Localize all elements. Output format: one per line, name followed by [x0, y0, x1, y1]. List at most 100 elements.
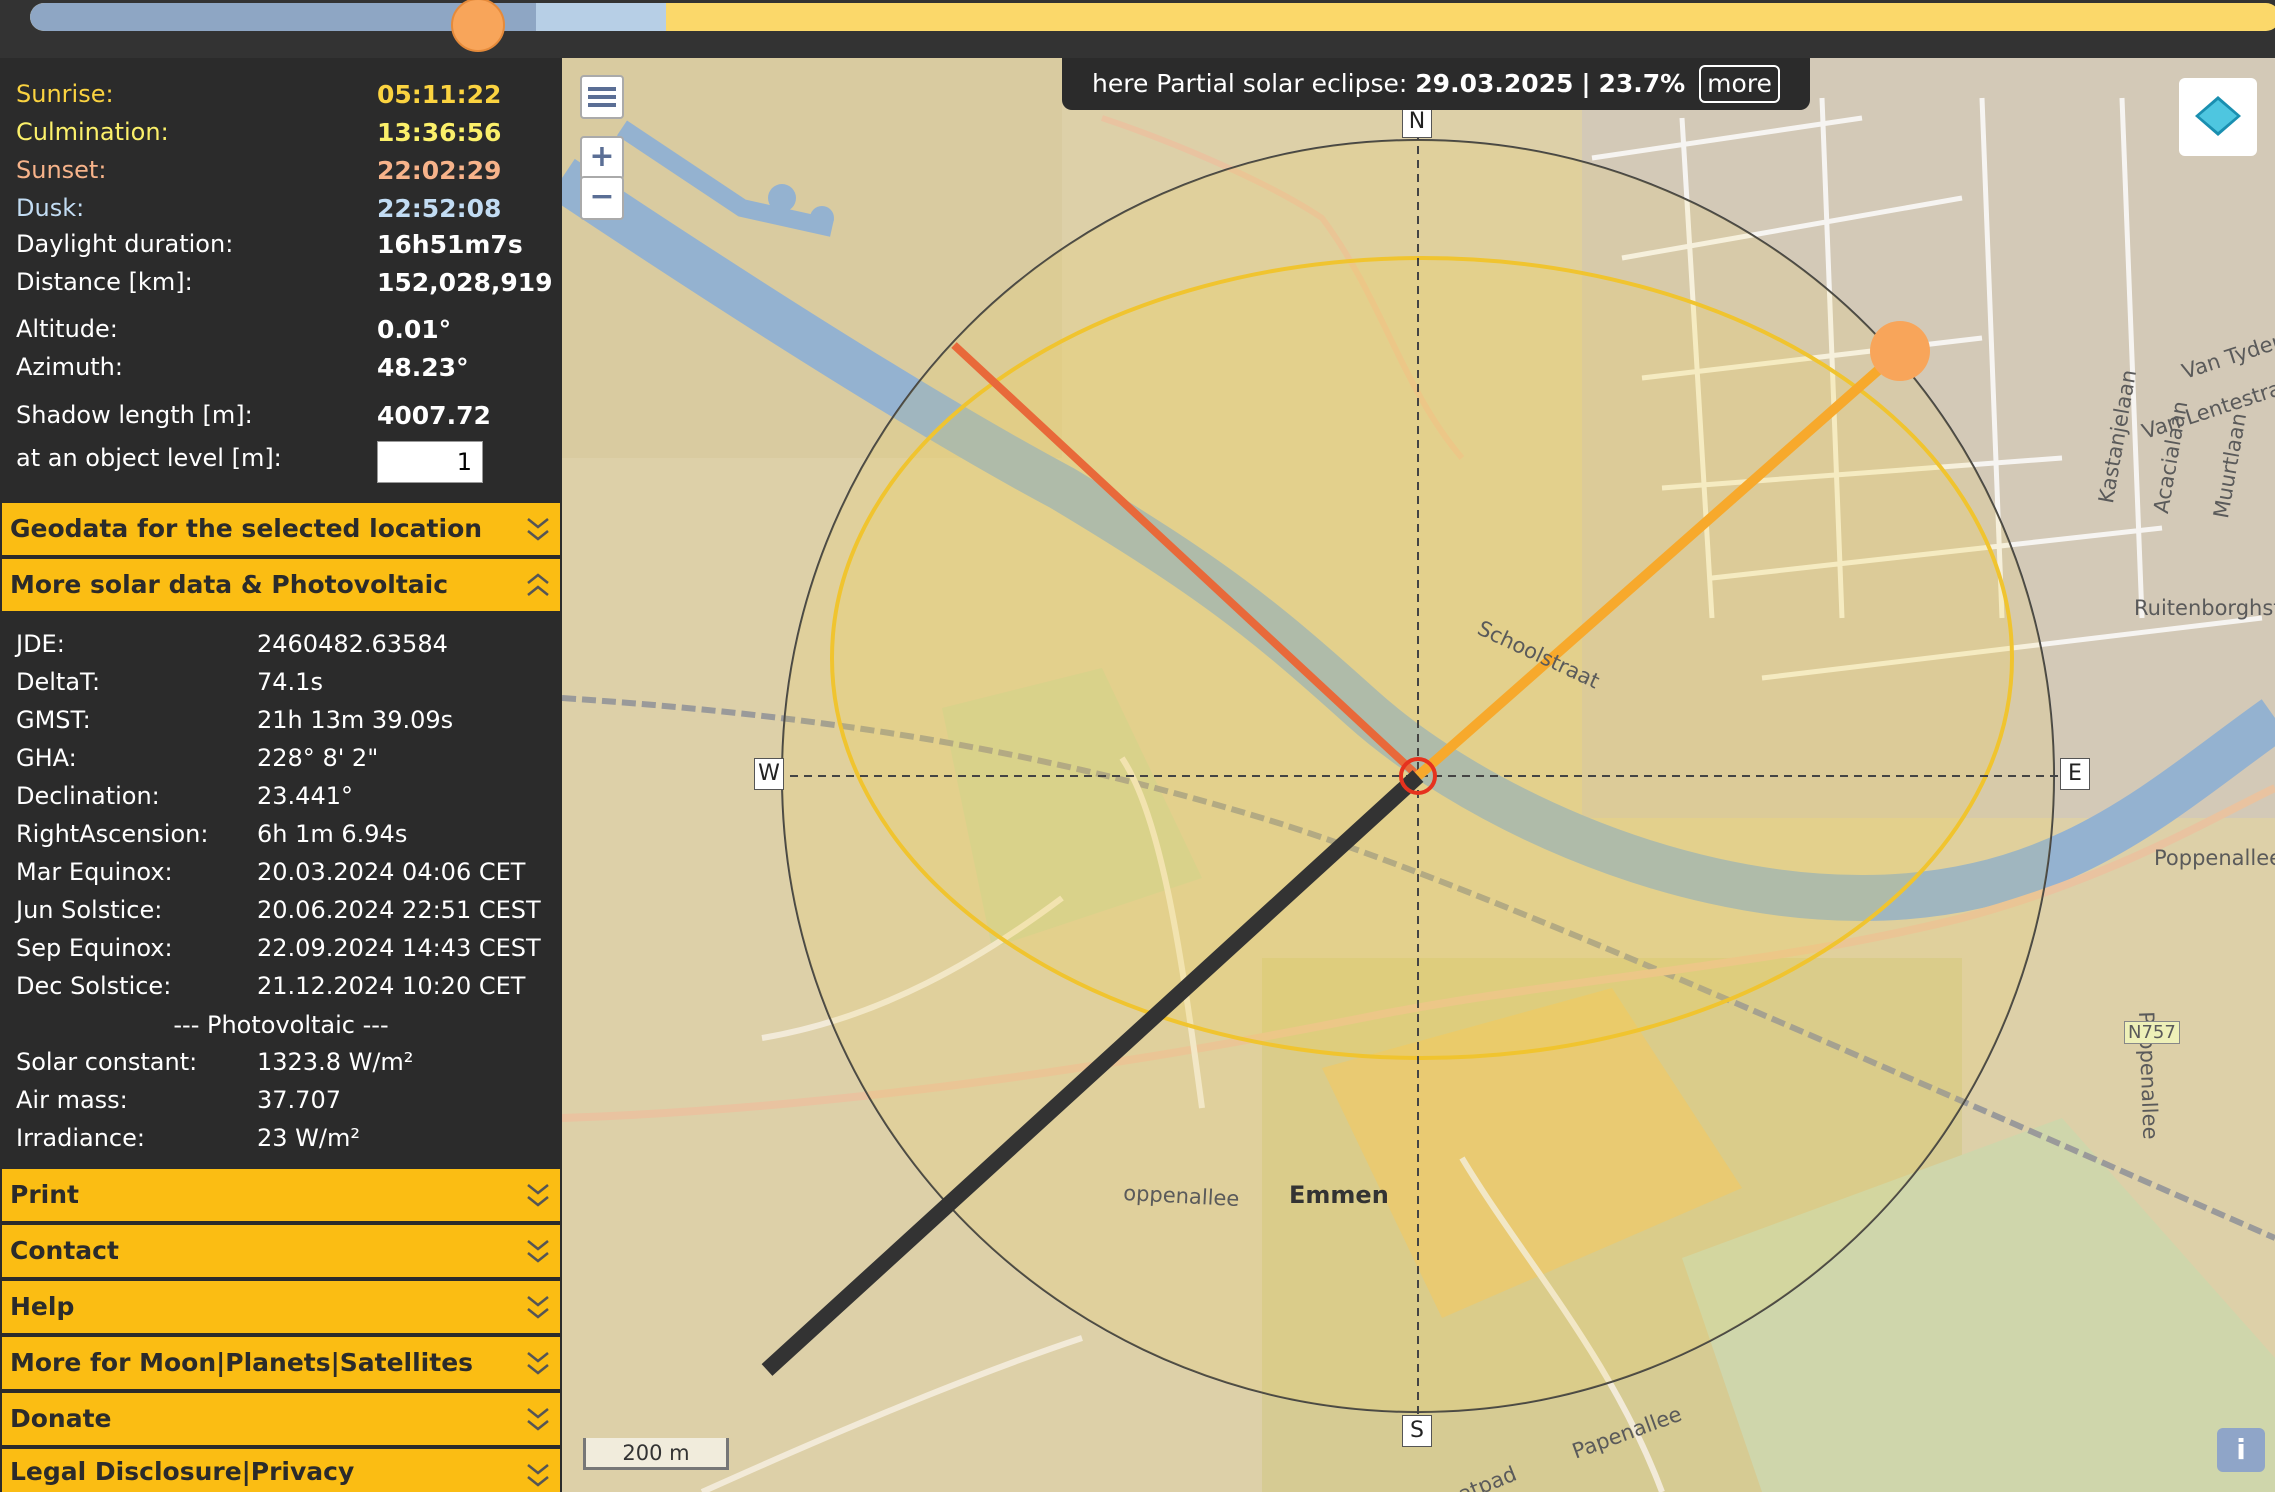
solar-data-value: 228° 8' 2" — [257, 744, 379, 772]
sun-time-label: Sunset: — [16, 156, 107, 184]
geodata-panel-header[interactable]: Geodata for the selected location — [2, 503, 560, 555]
solar-data-label: GHA: — [16, 744, 77, 772]
map-street-label: Poppenallee — [2154, 846, 2275, 870]
sidebar: Sunrise: 05:11:22 Culmination: 13:36:56 Suns… — [0, 58, 562, 1492]
solar-data-value: 2460482.63584 — [257, 630, 448, 658]
time-slider-track[interactable] — [30, 3, 2275, 31]
donate-panel-header[interactable]: Donate — [2, 1393, 560, 1445]
solar-data-value: 20.03.2024 04:06 CET — [257, 858, 526, 886]
photovoltaic-label: Irradiance: — [16, 1124, 145, 1152]
map-view[interactable]: N S E W Van IttersumstraatBrethouwerstra… — [562, 58, 2275, 1492]
object-level-label: at an object level [m]: — [16, 444, 282, 472]
photovoltaic-label: Air mass: — [16, 1086, 128, 1114]
sun-info-value: 0.01° — [377, 315, 452, 344]
expand-chevron-icon — [527, 1296, 549, 1319]
collapse-chevron-icon — [527, 573, 549, 596]
solar-data-value: 20.06.2024 22:51 CEST — [257, 896, 541, 924]
map-canvas[interactable] — [562, 58, 2275, 1492]
map-street-label: Emmen — [1289, 1181, 1389, 1209]
more-moon-panel-title: More for Moon|Planets|Satellites — [10, 1348, 474, 1377]
solar-data-value: 21h 13m 39.09s — [257, 706, 454, 734]
sun-time-label: Culmination: — [16, 118, 169, 146]
more-moon-panel-header[interactable]: More for Moon|Planets|Satellites — [2, 1337, 560, 1389]
sun-time-value: 13:36:56 — [377, 118, 502, 147]
eclipse-banner: here Partial solar eclipse: 29.03.2025 |… — [1062, 58, 1810, 110]
hamburger-menu-icon — [588, 87, 616, 107]
help-panel-title: Help — [10, 1292, 75, 1321]
expand-chevron-icon — [527, 1240, 549, 1263]
photovoltaic-header: --- Photovoltaic --- — [173, 1011, 389, 1039]
contact-panel-header[interactable]: Contact — [2, 1225, 560, 1277]
sun-time-label: Dusk: — [16, 194, 85, 222]
time-slider[interactable] — [0, 0, 2275, 58]
layers-button[interactable] — [2179, 78, 2257, 156]
menu-button[interactable] — [580, 75, 624, 119]
sun-info-label: Daylight duration: — [16, 230, 234, 258]
compass-west-label: W — [754, 758, 784, 790]
eclipse-separator: | — [1581, 69, 1591, 98]
donate-panel-title: Donate — [10, 1404, 112, 1433]
info-button[interactable]: i — [2217, 1428, 2265, 1472]
solar-data-value: 6h 1m 6.94s — [257, 820, 408, 848]
solar-data-label: Dec Solstice: — [16, 972, 172, 1000]
zoom-in-button[interactable]: + — [580, 136, 624, 180]
solar-data-label: Declination: — [16, 782, 160, 810]
solar-data-label: Jun Solstice: — [16, 896, 163, 924]
solar-data-value: 22.09.2024 14:43 CEST — [257, 934, 541, 962]
expand-chevron-icon — [527, 1408, 549, 1431]
solar-data-value: 74.1s — [257, 668, 323, 696]
expand-chevron-icon — [527, 1464, 549, 1487]
layers-icon — [2195, 96, 2241, 136]
sun-info-label: Altitude: — [16, 315, 118, 343]
print-panel-title: Print — [10, 1180, 79, 1209]
sun-info-label: Distance [km]: — [16, 268, 193, 296]
sun-info-value: 152,028,919 — [377, 268, 553, 297]
sun-info-value: 16h51m7s — [377, 230, 523, 259]
contact-panel-title: Contact — [10, 1236, 119, 1265]
sun-time-value: 05:11:22 — [377, 80, 502, 109]
photovoltaic-value: 37.707 — [257, 1086, 341, 1114]
photovoltaic-value: 23 W/m² — [257, 1124, 360, 1152]
expand-chevron-icon — [527, 518, 549, 541]
eclipse-more-button[interactable]: more — [1699, 65, 1780, 103]
photovoltaic-value: 1323.8 W/m² — [257, 1048, 414, 1076]
map-street-label: Ruitenborghstraat — [2134, 596, 2275, 620]
sun-info-value: 4007.72 — [377, 401, 491, 430]
eclipse-prefix: here Partial solar eclipse: — [1092, 69, 1408, 98]
more-solar-panel-header[interactable]: More solar data & Photovoltaic — [2, 559, 560, 611]
solar-data-label: Mar Equinox: — [16, 858, 173, 886]
time-slider-handle[interactable] — [450, 0, 505, 52]
more-solar-panel-title: More solar data & Photovoltaic — [10, 570, 449, 599]
solar-data-label: RightAscension: — [16, 820, 209, 848]
sun-info-label: Azimuth: — [16, 353, 123, 381]
expand-chevron-icon — [527, 1184, 549, 1207]
expand-chevron-icon — [527, 1352, 549, 1375]
solar-data-label: DeltaT: — [16, 668, 101, 696]
print-panel-header[interactable]: Print — [2, 1169, 560, 1221]
eclipse-date: 29.03.2025 — [1415, 69, 1574, 98]
solar-data-value: 21.12.2024 10:20 CET — [257, 972, 526, 1000]
sun-info-value: 48.23° — [377, 353, 469, 382]
zoom-out-button[interactable]: − — [580, 176, 624, 220]
compass-south-label: S — [1402, 1415, 1432, 1447]
eclipse-percent: 23.7% — [1598, 69, 1686, 98]
sun-time-value: 22:02:29 — [377, 156, 502, 185]
object-level-input[interactable]: 1 — [377, 441, 483, 483]
solar-data-label: JDE: — [16, 630, 65, 658]
solar-data-label: GMST: — [16, 706, 91, 734]
sun-info-label: Shadow length [m]: — [16, 401, 253, 429]
legal-panel-header[interactable]: Legal Disclosure|Privacy Policy|Cookies — [2, 1449, 560, 1492]
map-street-label: N757 — [2124, 1021, 2180, 1044]
compass-north-label: N — [1402, 106, 1432, 138]
legal-panel-title: Legal Disclosure|Privacy Policy|Cookies — [10, 1457, 355, 1486]
sun-time-label: Sunrise: — [16, 80, 114, 108]
map-scale-bar: 200 m — [583, 1438, 729, 1470]
compass-east-label: E — [2060, 758, 2090, 790]
sun-time-value: 22:52:08 — [377, 194, 502, 223]
help-panel-header[interactable]: Help — [2, 1281, 560, 1333]
twilight-segment — [536, 3, 666, 31]
solar-data-label: Sep Equinox: — [16, 934, 173, 962]
solar-data-value: 23.441° — [257, 782, 353, 810]
geodata-panel-title: Geodata for the selected location — [10, 514, 483, 543]
photovoltaic-label: Solar constant: — [16, 1048, 198, 1076]
